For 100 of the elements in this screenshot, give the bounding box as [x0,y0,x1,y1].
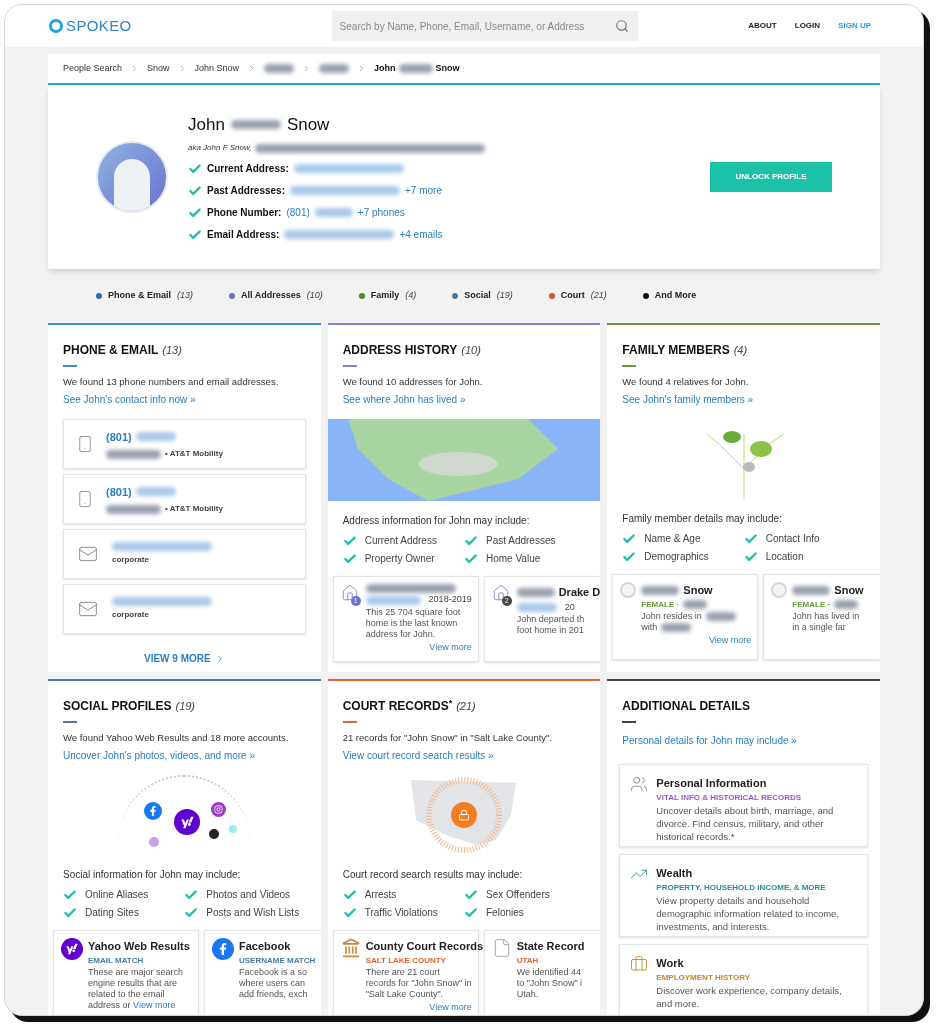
year-range: 20 [564,600,575,614]
fact-label: Current Address: [207,162,289,177]
redacted-text [641,586,680,595]
card-description: These are major search engine results that are related to the email address or View more [88,966,185,1011]
redacted-text [106,504,161,514]
section-summary: 21 records for "John Snow" in "Salt Lake County". [342,731,554,745]
redacted-text [834,600,859,610]
view-more-link[interactable]: View more [708,633,752,648]
check-icon [188,205,202,220]
include-item: Arrests [364,888,397,903]
section-link[interactable]: Personal details for John may include » [622,733,865,748]
breadcrumb-current: John [374,61,396,75]
search-icon[interactable] [614,19,629,33]
card-tag: UTAH [516,954,539,967]
check-icon [743,531,758,546]
breadcrumb-current: Snow [435,61,460,75]
courthouse-icon [340,938,361,959]
card-title: Drake D [558,585,601,601]
fact-more-link[interactable]: +7 phones [357,205,405,221]
include-item: Felonies [486,906,524,921]
check-icon [184,887,199,902]
legend-link[interactable]: Family [370,289,400,303]
check-icon [743,549,758,564]
breadcrumb-link[interactable]: Snow [147,61,170,76]
contact-card[interactable]: corporate [63,584,306,635]
legend-link[interactable]: And More [654,289,697,303]
view-more-link[interactable]: View more [429,640,472,655]
detail-tag: PROPERTY, HOUSEHOLD INCOME, & MORE [656,881,857,894]
include-item: Property Owner [364,552,435,567]
detail-description: View property details and household demographic information related to income, investments, and interests. [656,893,841,933]
detail-tag: EMPLOYMENT HISTORY [656,971,857,984]
breadcrumb-link[interactable]: John Snow [194,61,240,76]
card-description: There are 21 court records for "John Snow" in "Salt Lake County". [365,966,472,1000]
yahoo-logo-icon [61,938,83,961]
view-more-link[interactable]: View more [429,1000,472,1015]
contact-detail: corporate [112,609,149,622]
contact-card[interactable]: (801) • AT&T Mobility [63,419,306,470]
card-description: with [641,621,658,633]
includes-heading: Address information for John may include: [342,514,531,529]
redacted-text [135,487,176,497]
nav-link[interactable]: SIGN UP [838,20,871,32]
card-description: where users can [239,977,306,989]
card-description: add friends, exch [239,988,308,1000]
nav-link[interactable]: LOGIN [794,20,821,32]
fact-more-link[interactable]: +7 more [405,183,442,199]
section-title: COURT RECORDS$^{*}$ [342,697,453,715]
section-link[interactable]: See where John has lived » [342,392,586,408]
legend-link[interactable]: All Addresses [241,289,301,303]
check-icon [184,905,199,920]
section-count: (21) [456,699,476,714]
breadcrumb-link[interactable]: People Search [63,61,123,76]
legend-link[interactable]: Phone & Email [108,289,171,303]
card-tag: USERNAME MATCH [239,954,316,967]
legend-link[interactable]: Court [560,289,585,303]
fact-label: Phone Number: [207,206,282,221]
card-description: Utah. [516,988,539,1000]
section-link[interactable]: Uncover John's photos, videos, and more » [63,748,306,764]
logo-wordmark[interactable]: SPOKEO [66,14,132,38]
redacted-text [661,622,692,632]
redacted-text [705,611,736,621]
redacted-text [230,120,281,129]
legend-count: (21) [590,289,607,303]
check-icon [342,551,357,566]
view-more-link[interactable]: VIEW 9 MORE [144,651,225,667]
check-icon [342,887,357,902]
section-count: (19) [175,699,196,714]
redacted-text [264,64,295,73]
check-icon [464,905,478,920]
card-tag: FEMALE · [792,598,831,611]
card-description: John departed th [516,614,585,626]
check-icon [622,531,637,546]
section-link[interactable]: See John's contact info now » [63,392,306,408]
includes-heading: Court record search results may include: [342,868,524,883]
include-item: Posts and Wish Lists [206,906,300,921]
section-link[interactable]: View court record search results » [342,748,586,764]
includes-heading: Social information for John may include: [63,868,242,883]
redacted-text [516,588,555,597]
contact-card[interactable]: corporate [63,529,306,580]
contact-card[interactable]: (801) • AT&T Mobility [63,474,306,525]
view-more-link[interactable]: View more [133,999,176,1010]
year-range: 2018-2019 [428,593,472,607]
section-title: ADDRESS HISTORY [342,342,458,359]
check-icon [63,905,77,920]
facebook-logo-icon [212,938,234,961]
fact-more-link[interactable]: +4 emails [399,227,443,243]
card-description: This 25 704 square foot home is the last known address for John. [365,606,462,640]
section-summary: We found 4 relatives for John. [622,375,750,389]
card-title: County Court Records [365,939,483,955]
search-field[interactable]: Search by Name, Phone, Email, Username, or Address [331,11,638,41]
include-item: Home Value [486,552,541,567]
detail-description: Discover work experience, company details, and more. [656,983,843,1010]
briefcase-icon [630,955,649,973]
check-icon [464,551,478,566]
legend-link[interactable]: Social [464,289,491,303]
logo-ring-icon [49,19,63,33]
detail-description: Uncover details about birth, marriage, and divorce. Find census, military, and other historical records.* [656,803,835,843]
nav-link[interactable]: ABOUT [748,20,777,32]
card-title: Snow [834,583,864,599]
section-link[interactable]: See John's family members » [622,392,865,408]
card-title: Yahoo Web Results [88,939,190,955]
